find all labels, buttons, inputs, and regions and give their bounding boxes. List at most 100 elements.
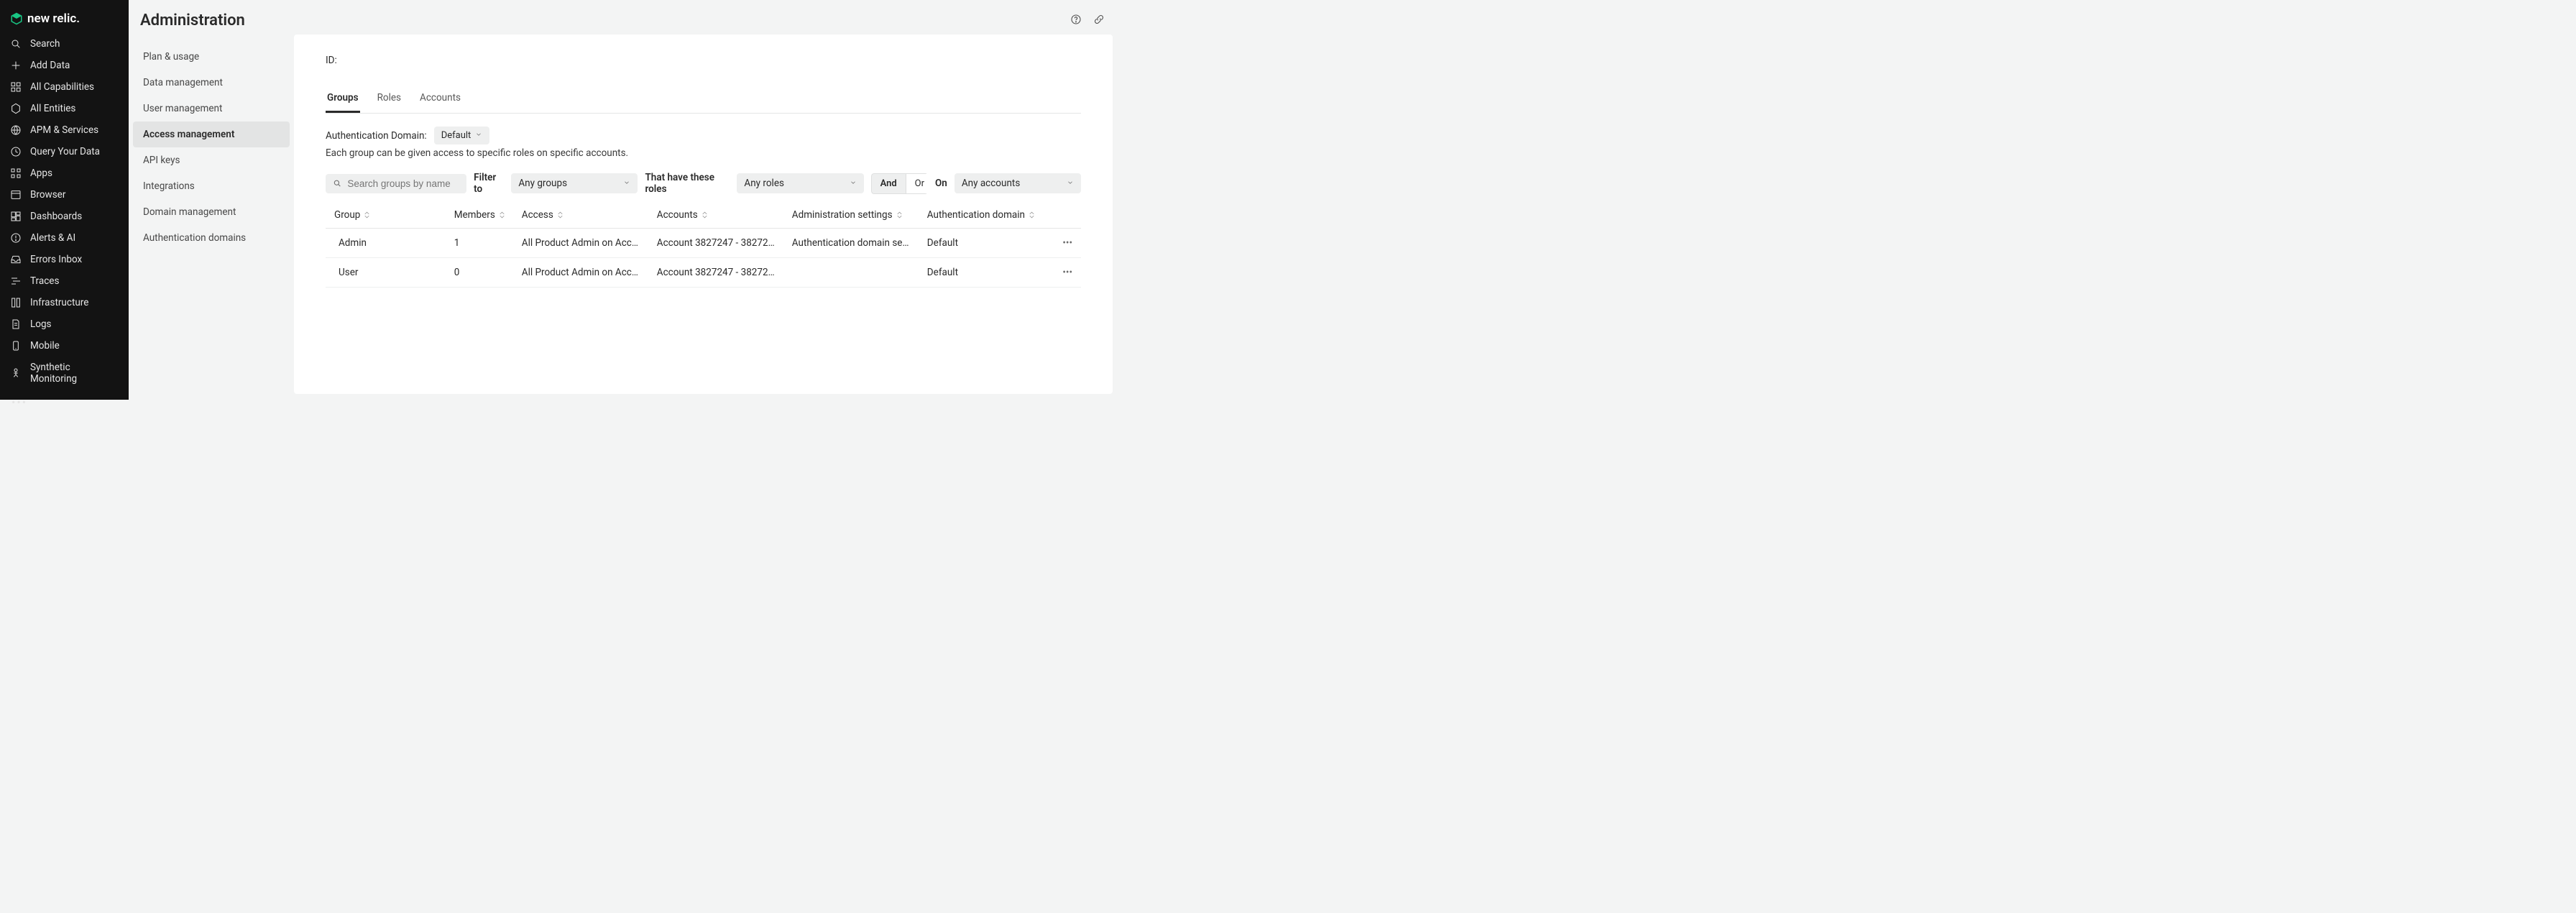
sort-icon bbox=[1029, 211, 1034, 219]
browser-icon bbox=[10, 189, 22, 201]
nav-apm-services[interactable]: APM & Services bbox=[0, 119, 129, 141]
share-button[interactable] bbox=[1090, 10, 1108, 29]
nav-logs[interactable]: Logs bbox=[0, 313, 129, 335]
nav-label: All Capabilities bbox=[30, 81, 94, 93]
nav-label: Search bbox=[30, 38, 60, 50]
nav-query-your-data[interactable]: Query Your Data bbox=[0, 141, 129, 162]
col-accounts[interactable]: Accounts bbox=[648, 202, 783, 229]
col-access[interactable]: Access bbox=[513, 202, 648, 229]
admin-item-api-keys[interactable]: API keys bbox=[133, 147, 290, 173]
nav-dashboards[interactable]: Dashboards bbox=[0, 206, 129, 227]
content-card: ID: Groups Roles Accounts Authentication… bbox=[294, 35, 1113, 394]
chevron-down-icon bbox=[623, 178, 630, 189]
and-or-toggle: And Or bbox=[871, 173, 928, 194]
cell-access: All Product Admin on Account 38… bbox=[513, 258, 648, 288]
nav-label: All Entities bbox=[30, 103, 75, 114]
row-actions-button[interactable]: ••• bbox=[1052, 229, 1081, 258]
cell-accounts: Account 3827247 - 3827247 bbox=[648, 229, 783, 258]
tab-roles[interactable]: Roles bbox=[376, 85, 402, 113]
row-actions-button[interactable]: ••• bbox=[1052, 258, 1081, 288]
admin-item-plan-usage[interactable]: Plan & usage bbox=[133, 44, 290, 70]
inbox-icon bbox=[10, 254, 22, 265]
id-row: ID: bbox=[326, 55, 1081, 66]
grid-icon bbox=[10, 81, 22, 93]
admin-item-access-management[interactable]: Access management bbox=[133, 121, 290, 147]
synthetic-icon bbox=[10, 367, 22, 379]
admin-item-integrations[interactable]: Integrations bbox=[133, 173, 290, 199]
main-header bbox=[294, 4, 1118, 35]
table-row[interactable]: User 0 All Product Admin on Account 38… … bbox=[326, 258, 1081, 288]
chevron-down-icon bbox=[475, 130, 482, 141]
admin-item-data-management[interactable]: Data management bbox=[133, 70, 290, 96]
groups-table: Group Members Access Accounts Administra… bbox=[326, 202, 1081, 288]
cell-members: 0 bbox=[446, 258, 513, 288]
cell-accounts: Account 3827247 - 3827247 bbox=[648, 258, 783, 288]
search-input[interactable] bbox=[347, 178, 459, 189]
nav-all-entities[interactable]: All Entities bbox=[0, 98, 129, 119]
auth-domain-row: Authentication Domain: Default bbox=[326, 127, 1081, 144]
nav-label: Traces bbox=[30, 275, 59, 287]
nav-label: Infrastructure bbox=[30, 297, 88, 308]
tab-groups[interactable]: Groups bbox=[326, 85, 360, 113]
search-icon bbox=[333, 178, 341, 188]
help-button[interactable] bbox=[1067, 10, 1085, 29]
sort-icon bbox=[897, 211, 902, 219]
page-title: Administration bbox=[129, 0, 294, 44]
col-group[interactable]: Group bbox=[326, 202, 446, 229]
roles-select[interactable]: Any roles bbox=[737, 173, 863, 193]
cell-admin-settings bbox=[783, 258, 919, 288]
main-panel: ID: Groups Roles Accounts Authentication… bbox=[294, 0, 1118, 400]
nav-label: Synthetic Monitoring bbox=[30, 362, 119, 385]
nav-traces[interactable]: Traces bbox=[0, 270, 129, 292]
col-admin-settings[interactable]: Administration settings bbox=[783, 202, 919, 229]
tab-accounts[interactable]: Accounts bbox=[418, 85, 462, 113]
brand-logo[interactable]: new relic. bbox=[0, 0, 129, 33]
admin-item-domain-management[interactable]: Domain management bbox=[133, 199, 290, 225]
nav-label: Apps bbox=[30, 168, 52, 179]
traces-icon bbox=[10, 275, 22, 287]
nav-label: Query Your Data bbox=[30, 146, 100, 157]
nav-infrastructure[interactable]: Infrastructure bbox=[0, 292, 129, 313]
admin-item-user-management[interactable]: User management bbox=[133, 96, 290, 121]
auth-domain-select[interactable]: Default bbox=[434, 127, 490, 144]
globe-icon bbox=[10, 124, 22, 136]
nav-synthetic-monitoring[interactable]: Synthetic Monitoring bbox=[0, 357, 129, 390]
cell-members: 1 bbox=[446, 229, 513, 258]
hexagon-icon bbox=[10, 103, 22, 114]
clock-icon bbox=[10, 146, 22, 157]
nav-mobile[interactable]: Mobile bbox=[0, 335, 129, 357]
nav-errors-inbox[interactable]: Errors Inbox bbox=[0, 249, 129, 270]
nav-label: Add Data bbox=[30, 60, 70, 71]
admin-item-authentication-domains[interactable]: Authentication domains bbox=[133, 225, 290, 251]
nav-label: Dashboards bbox=[30, 211, 82, 222]
cell-group: User bbox=[326, 258, 446, 288]
nav-browser[interactable]: Browser bbox=[0, 184, 129, 206]
nav-alerts-ai[interactable]: Alerts & AI bbox=[0, 227, 129, 249]
nav-more-button[interactable]: ••• bbox=[0, 390, 129, 415]
link-icon bbox=[1093, 14, 1105, 25]
admin-sidebar: Administration Plan & usage Data managem… bbox=[129, 0, 294, 400]
search-input-wrapper[interactable] bbox=[326, 174, 466, 193]
nav-search[interactable]: Search bbox=[0, 33, 129, 55]
col-members[interactable]: Members bbox=[446, 202, 513, 229]
nav-label: Logs bbox=[30, 318, 52, 330]
or-button[interactable]: Or bbox=[906, 173, 928, 194]
accounts-select[interactable]: Any accounts bbox=[954, 173, 1081, 193]
and-button[interactable]: And bbox=[871, 173, 906, 194]
alert-icon bbox=[10, 232, 22, 244]
groups-select[interactable]: Any groups bbox=[511, 173, 638, 193]
nav-label: Browser bbox=[30, 189, 65, 201]
col-auth-domain[interactable]: Authentication domain bbox=[919, 202, 1053, 229]
auth-domain-label: Authentication Domain: bbox=[326, 130, 427, 142]
nav-all-capabilities[interactable]: All Capabilities bbox=[0, 76, 129, 98]
sort-icon bbox=[558, 211, 563, 219]
chevron-down-icon bbox=[1067, 178, 1074, 189]
cell-auth-domain: Default bbox=[919, 229, 1053, 258]
nav-add-data[interactable]: Add Data bbox=[0, 55, 129, 76]
chevron-down-icon bbox=[850, 178, 857, 189]
cell-admin-settings: Authentication domain settings m… bbox=[783, 229, 919, 258]
cell-auth-domain: Default bbox=[919, 258, 1053, 288]
table-row[interactable]: Admin 1 All Product Admin on Account 38…… bbox=[326, 229, 1081, 258]
nav-apps[interactable]: Apps bbox=[0, 162, 129, 184]
nav-label: Errors Inbox bbox=[30, 254, 82, 265]
